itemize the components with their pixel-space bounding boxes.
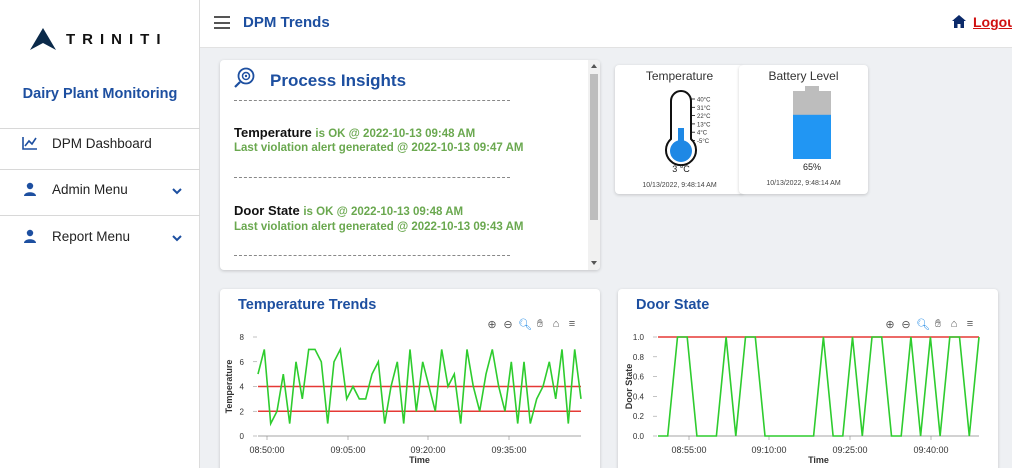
gauge-title: Battery Level bbox=[768, 69, 839, 83]
insights-icon bbox=[234, 67, 256, 94]
gauge-timestamp: 10/13/2022, 9:48:14 AM bbox=[766, 180, 841, 187]
scale-label: -5°C bbox=[697, 139, 710, 145]
scale-label: 13°C bbox=[697, 122, 711, 128]
user-icon bbox=[22, 181, 38, 197]
sidebar-divider bbox=[0, 215, 200, 216]
temperature-gauge-card: Temperature 40°C 31°C 22°C 13°C 4°C -5°C 3 °C… bbox=[615, 65, 744, 194]
door-state-card: Door State ⊕ ⊖ 🔍︎ ✋︎ ⌂ ≡ 1.0 0.8 0.6 0.4 0.2… bbox=[618, 289, 998, 468]
chevron-down-icon[interactable] bbox=[172, 230, 182, 245]
y-tick-label: 0.4 bbox=[633, 392, 645, 401]
brand-logo[interactable]: TRINITI bbox=[30, 24, 168, 54]
insight-alert: Last violation alert generated @ 2022-10… bbox=[234, 142, 524, 154]
app-title: Dairy Plant Monitoring bbox=[22, 86, 178, 102]
home-icon[interactable] bbox=[952, 15, 966, 33]
x-tick-label: 09:05:00 bbox=[330, 445, 365, 455]
scale-label: 22°C bbox=[697, 114, 711, 120]
x-tick-label: 08:55:00 bbox=[671, 445, 706, 455]
battery-gauge-card: Battery Level 65% 10/13/2022, 9:48:14 AM bbox=[739, 65, 868, 194]
scale-label: 4°C bbox=[697, 131, 708, 137]
y-tick-label: 2 bbox=[240, 407, 245, 416]
battery-value: 65% bbox=[803, 162, 821, 172]
x-tick-label: 08:50:00 bbox=[249, 445, 284, 455]
divider bbox=[234, 100, 510, 101]
x-axis-label: Time bbox=[808, 455, 829, 465]
insight-entry: Temperature is OK @ 2022-10-13 09:48 AM bbox=[234, 125, 475, 140]
x-axis-label: Time bbox=[409, 455, 430, 465]
sidebar-item-label: Admin Menu bbox=[52, 181, 128, 197]
x-tick-label: 09:20:00 bbox=[410, 445, 445, 455]
x-tick-label: 09:35:00 bbox=[491, 445, 526, 455]
sidebar-item-label: DPM Dashboard bbox=[52, 135, 152, 151]
logout-link[interactable]: Logout bbox=[973, 14, 1012, 30]
scroll-down-icon[interactable] bbox=[591, 261, 597, 265]
y-tick-label: 0.0 bbox=[633, 432, 645, 441]
x-tick-label: 09:10:00 bbox=[751, 445, 786, 455]
gauge-timestamp: 10/13/2022, 9:48:14 AM bbox=[642, 182, 717, 189]
battery-icon: 65% bbox=[793, 86, 831, 172]
logo-text: TRINITI bbox=[66, 30, 168, 48]
insight-alert: Last violation alert generated @ 2022-10… bbox=[234, 221, 524, 233]
chart-line-icon bbox=[22, 135, 38, 151]
insight-status: is OK @ 2022-10-13 09:48 AM bbox=[303, 206, 464, 218]
scrollbar[interactable] bbox=[588, 60, 600, 270]
insight-name: Door State bbox=[234, 203, 300, 218]
insight-status: is OK @ 2022-10-13 09:48 AM bbox=[315, 128, 476, 140]
scroll-up-icon[interactable] bbox=[591, 64, 597, 68]
top-bar: DPM Trends Logout bbox=[200, 0, 1012, 48]
x-tick-label: 09:25:00 bbox=[832, 445, 867, 455]
y-tick-label: 4 bbox=[240, 383, 245, 392]
sidebar-divider bbox=[0, 169, 200, 170]
data-series-line bbox=[658, 336, 980, 437]
temperature-value: 3 °C bbox=[672, 164, 690, 174]
chevron-down-icon[interactable] bbox=[172, 183, 182, 198]
temperature-chart: 8 6 4 2 0 08:50:00 09:05:00 09:20:00 09:35:00 Tim… bbox=[224, 333, 582, 465]
divider bbox=[234, 255, 510, 256]
y-tick-label: 0.6 bbox=[633, 373, 645, 382]
sidebar-item-label: Report Menu bbox=[52, 228, 131, 244]
process-insights-card: Process Insights Temperature is OK @ 202… bbox=[220, 60, 600, 270]
x-tick-label: 09:40:00 bbox=[913, 445, 948, 455]
insights-title: Process Insights bbox=[270, 70, 407, 90]
page-title: DPM Trends bbox=[243, 14, 330, 31]
y-tick-label: 1.0 bbox=[633, 333, 645, 342]
scroll-thumb[interactable] bbox=[590, 74, 598, 220]
y-tick-label: 6 bbox=[240, 358, 245, 367]
scale-label: 40°C bbox=[697, 98, 711, 104]
menu-icon[interactable] bbox=[214, 16, 230, 29]
y-tick-label: 8 bbox=[240, 333, 245, 342]
thermometer-icon: 40°C 31°C 22°C 13°C 4°C -5°C 3 °C bbox=[665, 90, 711, 174]
sidebar: TRINITI Dairy Plant Monitoring DPM Dashb… bbox=[0, 0, 200, 468]
y-tick-label: 0 bbox=[240, 432, 245, 441]
sidebar-item-admin-menu[interactable]: Admin Menu bbox=[0, 174, 200, 204]
y-axis-label: Temperature bbox=[224, 360, 234, 414]
triniti-logo-icon bbox=[30, 28, 56, 50]
door-state-chart: 1.0 0.8 0.6 0.4 0.2 0.0 08:55:00 09:10:00 09:25:… bbox=[624, 333, 980, 465]
temperature-trends-card: Temperature Trends ⊕ ⊖ 🔍︎ ✋︎ ⌂ ≡ 8 6 4 2 0 08… bbox=[220, 289, 600, 468]
insight-entry: Door State is OK @ 2022-10-13 09:48 AM bbox=[234, 203, 463, 218]
y-tick-label: 0.2 bbox=[633, 412, 645, 421]
user-icon bbox=[22, 228, 38, 244]
y-tick-label: 0.8 bbox=[633, 353, 645, 362]
sidebar-item-dpm-dashboard[interactable]: DPM Dashboard bbox=[0, 128, 200, 158]
y-axis-label: Door State bbox=[624, 364, 634, 410]
sidebar-item-report-menu[interactable]: Report Menu bbox=[0, 221, 200, 251]
scale-label: 31°C bbox=[697, 106, 711, 112]
insight-name: Temperature bbox=[234, 125, 312, 140]
gauge-title: Temperature bbox=[645, 69, 714, 83]
divider bbox=[234, 177, 510, 178]
